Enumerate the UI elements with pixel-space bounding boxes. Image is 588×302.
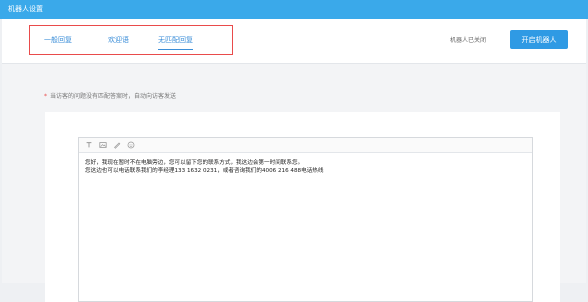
auto-reply-notice: * 当访客的问题没有匹配答案时，自动向访客发送 xyxy=(44,91,176,100)
window-title: 机器人设置 xyxy=(8,5,43,13)
start-robot-button[interactable]: 开启机器人 xyxy=(510,30,568,49)
image-icon[interactable] xyxy=(99,141,107,149)
robot-settings-window: 一般回复 欢迎语 无匹配回复 机器人已关闭 开启机器人 * 当访客的问题没有匹配答… xyxy=(2,19,586,302)
tab-no-match-reply[interactable]: 无匹配回复 xyxy=(158,33,193,50)
emoji-icon[interactable] xyxy=(127,141,135,149)
tab-welcome-message[interactable]: 欢迎语 xyxy=(108,33,129,49)
tab-bar: 一般回复 欢迎语 无匹配回复 机器人已关闭 开启机器人 xyxy=(2,19,586,64)
pen-icon[interactable] xyxy=(113,141,121,149)
notice-text: 当访客的问题没有匹配答案时，自动向访客发送 xyxy=(50,93,177,100)
robot-status-text: 机器人已关闭 xyxy=(450,37,487,44)
message-line-1: 您好，我现在暂时不在电脑旁边，您可以留下您的联系方式，我这边会第一时间联系您。 xyxy=(85,160,304,166)
editor-content[interactable]: 您好，我现在暂时不在电脑旁边，您可以留下您的联系方式，我这边会第一时间联系您。 … xyxy=(79,153,532,181)
required-marker: * xyxy=(44,93,47,100)
content-panel: 您好，我现在暂时不在电脑旁边，您可以留下您的联系方式，我这边会第一时间联系您。 … xyxy=(45,112,560,302)
message-line-2: 您这边也可以电话联系我们的李经理133 1632 0231，或者咨询我们的400… xyxy=(85,168,324,174)
editor-toolbar xyxy=(79,138,532,153)
reply-editor[interactable]: 您好，我现在暂时不在电脑旁边，您可以留下您的联系方式，我这边会第一时间联系您。 … xyxy=(78,137,533,302)
text-icon[interactable] xyxy=(85,141,93,149)
window-titlebar: 机器人设置 xyxy=(0,0,588,19)
tab-general-reply[interactable]: 一般回复 xyxy=(44,33,72,49)
